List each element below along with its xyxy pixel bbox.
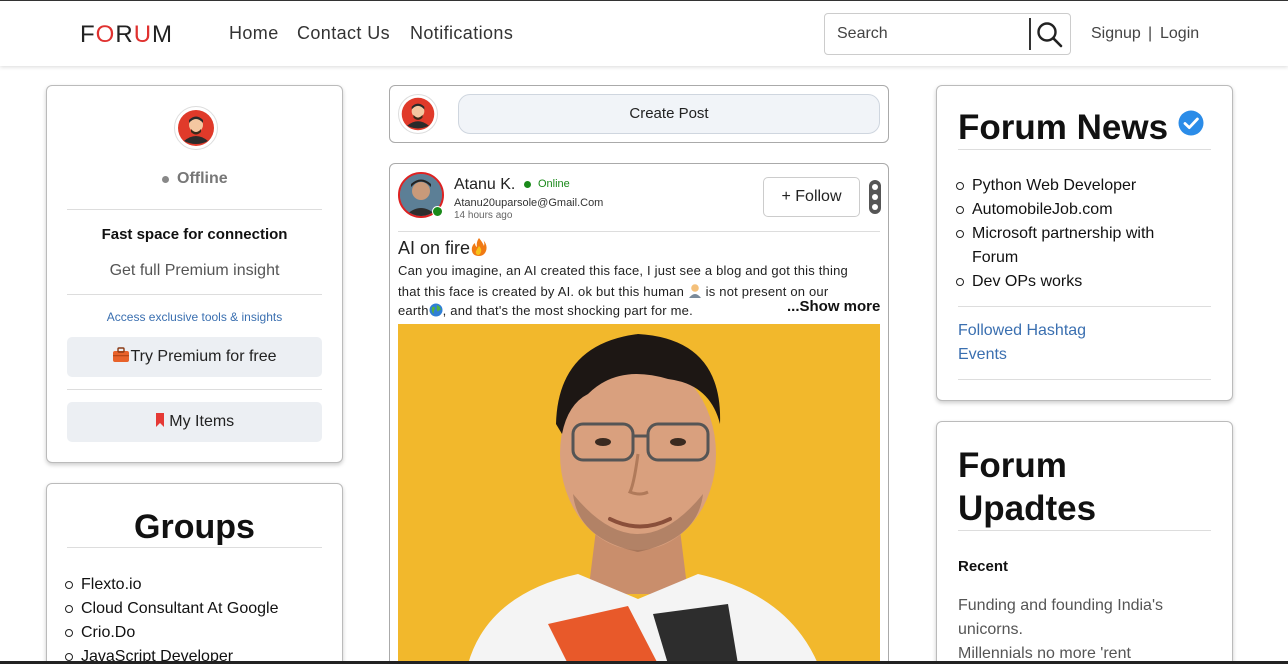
post-body-line: Can you imagine, an AI created this face… bbox=[398, 263, 848, 278]
post-image[interactable] bbox=[398, 324, 880, 664]
list-item[interactable]: AutomobileJob.com bbox=[956, 198, 1196, 222]
show-more-link[interactable]: ...Show more bbox=[787, 298, 880, 315]
list-item[interactable]: Crio.Do bbox=[65, 621, 278, 645]
followed-hashtag-link[interactable]: Followed Hashtag bbox=[958, 322, 1086, 340]
search-icon bbox=[1037, 22, 1063, 48]
list-item[interactable]: Python Web Developer bbox=[956, 174, 1196, 198]
post-body-text: , and that's the most shocking part for … bbox=[442, 303, 693, 318]
recent-label: Recent bbox=[958, 558, 1009, 575]
logo-letter: U bbox=[133, 21, 153, 48]
portrait-photo-icon bbox=[398, 324, 880, 664]
forum-logo[interactable]: FORUM bbox=[80, 21, 173, 49]
search-divider bbox=[1029, 18, 1031, 50]
updates-title-line: Forum bbox=[958, 446, 1067, 485]
divider bbox=[958, 149, 1211, 150]
signup-link[interactable]: Signup bbox=[1091, 25, 1141, 43]
search-button[interactable] bbox=[1035, 20, 1065, 50]
status-dot-icon bbox=[162, 175, 169, 183]
online-dot-icon bbox=[432, 206, 443, 217]
news-list: Python Web Developer AutomobileJob.com M… bbox=[956, 174, 1196, 294]
divider bbox=[958, 306, 1211, 307]
divider bbox=[67, 389, 322, 390]
search-input[interactable] bbox=[825, 14, 1029, 54]
list-item[interactable]: Cloud Consultant At Google bbox=[65, 597, 278, 621]
post-body-text: that this face is created by AI. ok but … bbox=[398, 284, 685, 299]
post-title-text: AI on fire bbox=[398, 238, 471, 258]
avatar-icon bbox=[401, 97, 435, 131]
logo-letter: M bbox=[152, 21, 174, 48]
author-email: Atanu20uparsole@Gmail.Com bbox=[454, 197, 604, 209]
divider bbox=[67, 209, 322, 210]
update-link-line[interactable]: Funding and founding India's bbox=[958, 594, 1163, 618]
groups-title: Groups bbox=[134, 508, 255, 546]
my-items-label: My Items bbox=[169, 413, 235, 430]
profile-headline: Fast space for connection bbox=[101, 226, 288, 243]
bookmark-icon bbox=[155, 413, 164, 427]
search-box bbox=[824, 13, 1071, 55]
divider bbox=[67, 294, 322, 295]
logo-letter: O bbox=[95, 21, 116, 48]
logo-letter: F bbox=[80, 21, 96, 48]
post-body-line: earth , and that's the most shocking part… bbox=[398, 303, 693, 318]
post-body-text: earth bbox=[398, 303, 429, 318]
status-dot-icon bbox=[524, 180, 531, 188]
top-navbar: FORUM Home Contact Us Notifications Sign… bbox=[0, 0, 1288, 66]
post-timestamp: 14 hours ago bbox=[454, 210, 513, 221]
divider bbox=[398, 231, 880, 232]
login-link[interactable]: Login bbox=[1160, 25, 1199, 43]
access-tools-link[interactable]: Access exclusive tools & insights bbox=[67, 310, 322, 324]
updates-title-line: Upadtes bbox=[958, 489, 1097, 528]
profile-avatar[interactable] bbox=[174, 106, 218, 150]
fire-icon bbox=[471, 238, 487, 256]
follow-button[interactable]: + Follow bbox=[763, 177, 860, 217]
avatar-icon bbox=[178, 110, 214, 146]
premium-button-label: Try Premium for free bbox=[130, 348, 277, 365]
list-item[interactable]: Microsoft partnership with Forum bbox=[956, 222, 1196, 270]
globe-icon bbox=[429, 303, 443, 317]
create-post-button[interactable]: Create Post bbox=[458, 94, 880, 134]
status-label: Offline bbox=[177, 170, 228, 187]
events-link[interactable]: Events bbox=[958, 346, 1007, 364]
online-status: Online bbox=[524, 178, 570, 190]
news-title-text: Forum News bbox=[958, 108, 1169, 147]
post-title: AI on fire bbox=[398, 237, 488, 259]
composer-avatar bbox=[398, 94, 438, 134]
list-item[interactable]: Dev OPs works bbox=[956, 270, 1196, 294]
updates-title: Forum Upadtes bbox=[958, 444, 1096, 530]
divider bbox=[67, 547, 322, 548]
briefcase-icon bbox=[113, 347, 130, 362]
post-menu-icon[interactable] bbox=[869, 180, 881, 214]
divider bbox=[958, 379, 1211, 380]
verified-badge-icon bbox=[1178, 110, 1204, 136]
list-item[interactable]: Flexto.io bbox=[65, 573, 278, 597]
try-premium-button[interactable]: Try Premium for free bbox=[67, 337, 322, 377]
nav-link-contact-us[interactable]: Contact Us bbox=[297, 23, 390, 44]
nav-link-notifications[interactable]: Notifications bbox=[410, 23, 513, 44]
author-name[interactable]: Atanu K. bbox=[454, 176, 515, 194]
nav-link-home[interactable]: Home bbox=[229, 23, 279, 44]
groups-list: Flexto.io Cloud Consultant At Google Cri… bbox=[65, 573, 278, 664]
person-icon bbox=[688, 284, 701, 298]
auth-separator: | bbox=[1148, 25, 1153, 42]
post-body-line: that this face is created by AI. ok but … bbox=[398, 283, 828, 299]
profile-subline: Get full Premium insight bbox=[109, 262, 280, 279]
logo-letter: R bbox=[115, 21, 134, 48]
online-label: Online bbox=[538, 178, 570, 190]
divider bbox=[958, 530, 1211, 531]
my-items-button[interactable]: My Items bbox=[67, 402, 322, 442]
post-body-text: is not present on our bbox=[705, 284, 829, 299]
news-title: Forum News bbox=[958, 108, 1204, 148]
offline-status: Offline bbox=[162, 170, 228, 188]
update-link-line[interactable]: unicorns. bbox=[958, 618, 1023, 642]
